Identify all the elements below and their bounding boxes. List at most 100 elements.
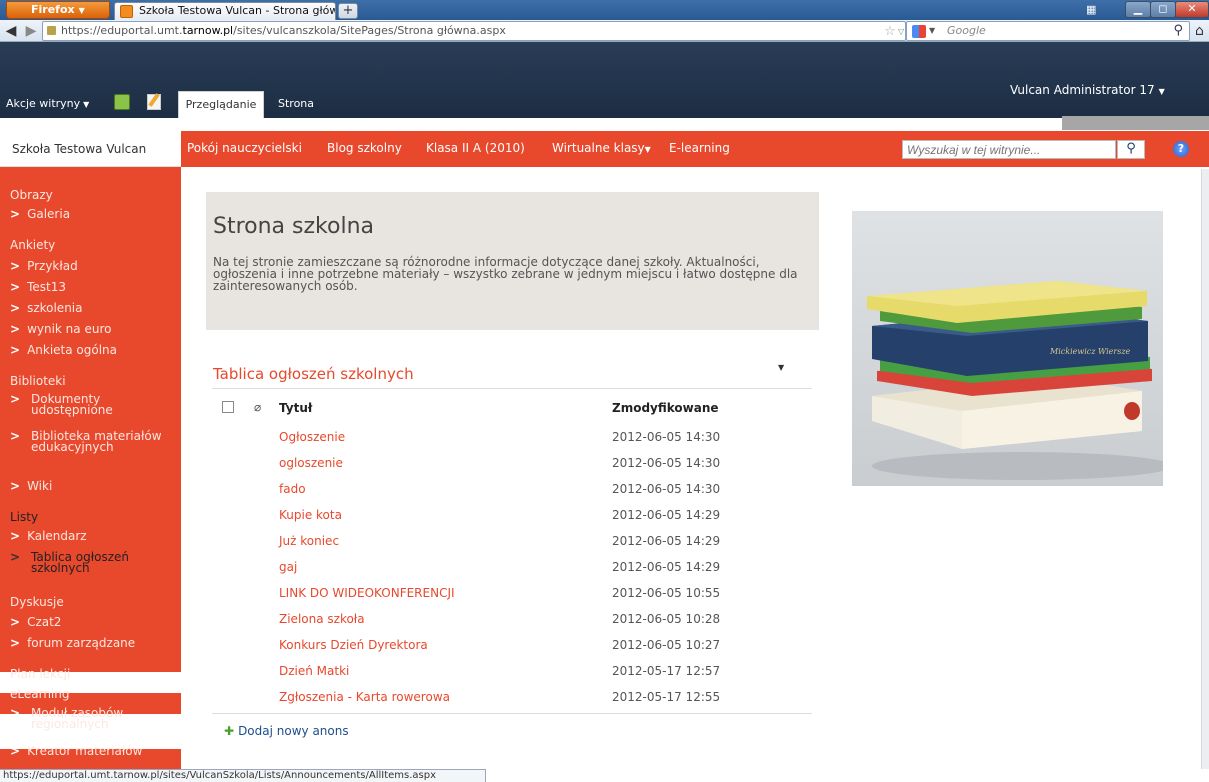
topnav-link-class[interactable]: Klasa II A (2010) xyxy=(426,141,525,155)
search-icon[interactable]: ⚲ xyxy=(1173,22,1183,40)
topnav-link-elearning[interactable]: E-learning xyxy=(669,141,730,155)
announcement-title-link[interactable]: gaj xyxy=(279,560,297,574)
search-engine-dropdown-icon[interactable]: ▼ xyxy=(929,22,935,40)
new-tab-button[interactable]: + xyxy=(338,3,358,19)
nav-item-shared-documents[interactable]: > Dokumenty udostępnione xyxy=(10,392,175,417)
topnav-link-virtual-classes[interactable]: Wirtualne klasy▼ xyxy=(552,141,651,155)
announcement-title-link[interactable]: Już koniec xyxy=(279,534,339,548)
column-header-title[interactable]: Tytuł xyxy=(279,401,312,415)
nav-item-survey-5[interactable]: > Ankieta ogólna xyxy=(10,343,117,357)
select-all-checkbox[interactable] xyxy=(222,401,234,413)
nav-heading-images[interactable]: Obrazy xyxy=(10,188,53,202)
topnav-link-teachers-room[interactable]: Pokój nauczycielski xyxy=(187,141,302,155)
nav-item-calendar[interactable]: > Kalendarz xyxy=(10,529,87,543)
chevron-right-icon: > xyxy=(10,392,21,406)
tab-page[interactable]: Strona xyxy=(278,97,314,110)
nav-item-label: Dokumenty udostępnione xyxy=(31,392,113,417)
status-bar: https://eduportal.umt.tarnow.pl/sites/Vu… xyxy=(0,769,486,782)
url-path: /sites/vulcanszkola/SitePages/Strona głó… xyxy=(233,24,506,37)
intro-text: Na tej stronie zamieszczane są różnorodn… xyxy=(213,255,798,293)
announcement-title-link[interactable]: Konkurs Dzień Dyrektora xyxy=(279,638,428,652)
nav-item-label: Galeria xyxy=(27,207,71,221)
nav-item-announcements[interactable]: > Tablica ogłoszeń szkolnych xyxy=(10,551,175,574)
bookmark-star-icon[interactable]: ☆ xyxy=(881,23,899,40)
browser-search-box[interactable]: ▼ Google ⚲ xyxy=(906,21,1190,41)
chevron-right-icon: > xyxy=(10,280,21,294)
announcement-date: 2012-06-05 14:30 xyxy=(612,482,721,496)
nav-item-label: Kalendarz xyxy=(27,529,87,543)
announcement-title-link[interactable]: ogloszenie xyxy=(279,456,343,470)
announcement-date: 2012-06-05 10:55 xyxy=(612,586,721,600)
nav-heading-elearning[interactable]: eLearning xyxy=(10,687,69,701)
nav-item-survey-3[interactable]: > szkolenia xyxy=(10,301,83,315)
firefox-menu-label: Firefox xyxy=(31,3,75,16)
maximize-button[interactable]: ◻ xyxy=(1150,1,1176,18)
nav-heading-surveys[interactable]: Ankiety xyxy=(10,238,55,252)
announcement-date: 2012-05-17 12:55 xyxy=(612,690,721,704)
announcement-title-link[interactable]: fado xyxy=(279,482,306,496)
address-bar[interactable]: https://eduportal.umt.tarnow.pl/sites/vu… xyxy=(42,21,906,41)
navigate-up-icon[interactable] xyxy=(114,94,130,110)
shadow xyxy=(872,452,1163,480)
nav-item-survey-1[interactable]: > Przykład xyxy=(10,259,78,273)
book-spine-red xyxy=(1124,402,1140,420)
announcement-title-link[interactable]: Zielona szkoła xyxy=(279,612,365,626)
google-logo-icon xyxy=(912,25,926,38)
nav-heading-libraries[interactable]: Biblioteki xyxy=(10,374,66,388)
vertical-scrollbar[interactable] xyxy=(1201,169,1209,769)
forward-arrow-icon[interactable]: ▶ xyxy=(22,22,40,40)
nav-heading-lists[interactable]: Listy xyxy=(10,510,38,524)
site-title[interactable]: Szkoła Testowa Vulcan xyxy=(0,131,181,167)
webpart-menu-icon[interactable]: ▼ xyxy=(778,363,784,372)
nav-heading-discussions[interactable]: Dyskusje xyxy=(10,595,64,609)
tab-groups-icon[interactable]: ▦ xyxy=(1086,4,1098,16)
help-icon[interactable]: ? xyxy=(1173,141,1189,157)
plus-icon: ✚ xyxy=(224,724,235,738)
column-header-modified[interactable]: Zmodyfikowane xyxy=(612,401,719,415)
site-search-input[interactable] xyxy=(902,140,1116,159)
lock-icon xyxy=(47,26,56,35)
nav-item-forum[interactable]: > forum zarządzane xyxy=(10,636,135,650)
chevron-right-icon: > xyxy=(10,322,21,336)
topnav-link-blog[interactable]: Blog szkolny xyxy=(327,141,402,155)
back-arrow-icon[interactable]: ◀ xyxy=(2,22,20,40)
announcement-title-link[interactable]: LINK DO WIDEOKONFERENCJI xyxy=(279,586,455,600)
nav-item-survey-4[interactable]: > wynik na euro xyxy=(10,322,111,336)
nav-item-materials-creator[interactable]: > Kreator materiałów xyxy=(10,744,142,758)
nav-item-survey-2[interactable]: > Test13 xyxy=(10,280,66,294)
minimize-button[interactable]: ▁ xyxy=(1125,1,1151,18)
nav-item-gallery[interactable]: > Galeria xyxy=(10,207,70,221)
firefox-menu-button[interactable]: Firefox ▼ xyxy=(6,1,110,19)
announcement-date: 2012-06-05 14:29 xyxy=(612,508,721,522)
edit-page-icon[interactable] xyxy=(147,94,161,110)
announcements-title[interactable]: Tablica ogłoszeń szkolnych xyxy=(213,365,414,383)
search-icon[interactable]: ⚲ xyxy=(1117,140,1145,159)
url-prefix: https://eduportal.umt. xyxy=(61,24,183,37)
nav-heading-lesson-plan[interactable]: Plan lekcji xyxy=(10,667,70,681)
announcement-date: 2012-06-05 10:27 xyxy=(612,638,721,652)
nav-item-chat[interactable]: > Czat2 xyxy=(10,615,61,629)
attachment-icon: ⌀ xyxy=(254,400,262,414)
nav-item-wiki[interactable]: > Wiki xyxy=(10,479,52,493)
announcement-title-link[interactable]: Ogłoszenie xyxy=(279,430,345,444)
nav-item-regional-resources[interactable]: > Moduł zasobów regionalnych xyxy=(10,707,175,730)
announcement-title-link[interactable]: Dzień Matki xyxy=(279,664,349,678)
home-icon[interactable]: ⌂ xyxy=(1190,22,1209,40)
announcement-title-link[interactable]: Zgłoszenia - Karta rowerowa xyxy=(279,690,450,704)
history-dropdown-icon[interactable]: ▽ xyxy=(898,23,905,40)
browser-title-bar: Firefox ▼ Szkoła Testowa Vulcan - Strona … xyxy=(0,0,1209,20)
nav-item-label: Biblioteka materiałów edukacyjnych xyxy=(31,429,162,454)
user-menu[interactable]: Vulcan Administrator 17 ▼ xyxy=(1010,83,1165,97)
chevron-down-icon: ▼ xyxy=(644,145,651,154)
nav-item-educational-library[interactable]: > Biblioteka materiałów edukacyjnych xyxy=(10,429,175,454)
ribbon-gray-block xyxy=(1062,116,1209,130)
chevron-right-icon: > xyxy=(10,615,21,629)
site-actions-menu[interactable]: Akcje witryny ▼ xyxy=(6,97,89,110)
tab-browse[interactable]: Przeglądanie xyxy=(178,91,264,118)
browser-tab[interactable]: Szkoła Testowa Vulcan - Strona główna xyxy=(114,2,336,20)
chevron-down-icon: ▼ xyxy=(78,6,85,15)
chevron-down-icon: ▼ xyxy=(1158,87,1165,96)
announcement-title-link[interactable]: Kupie kota xyxy=(279,508,342,522)
add-announcement-link[interactable]: ✚ Dodaj nowy anons xyxy=(224,724,349,738)
close-window-button[interactable]: ✕ xyxy=(1175,1,1209,18)
